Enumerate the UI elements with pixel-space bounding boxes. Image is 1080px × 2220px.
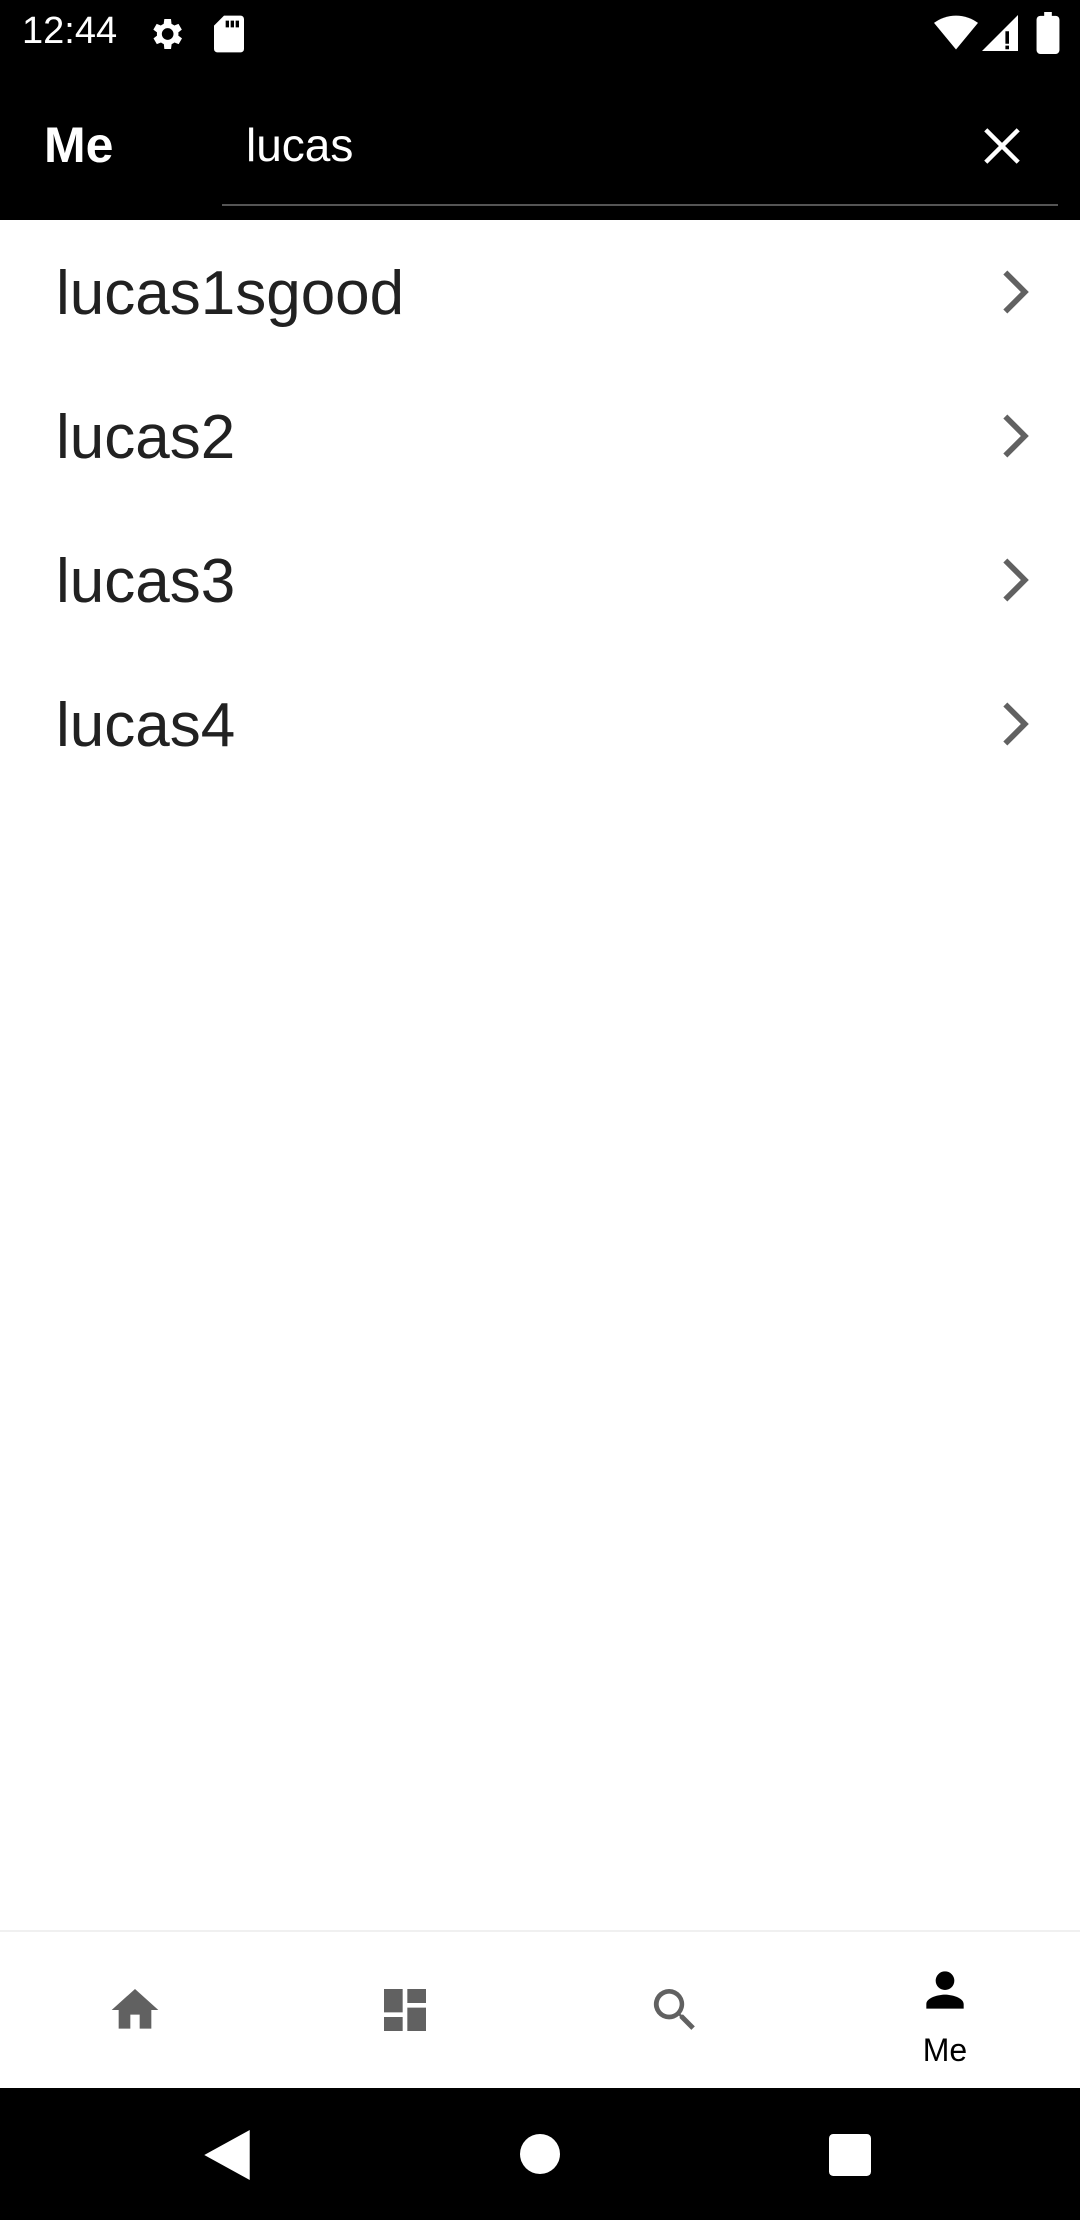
recents-icon[interactable] [829,2134,871,2176]
chevron-right-icon [1003,414,1029,458]
cell-signal-icon [982,15,1018,51]
search-query-text[interactable]: lucas [246,118,353,172]
list-item[interactable]: lucas1sgood [0,220,1080,364]
list-item[interactable]: lucas4 [0,652,1080,796]
nav-item-dashboard[interactable] [270,1932,540,2090]
person-icon [926,1971,964,2009]
nav-item-me[interactable]: Me [810,1932,1080,2090]
result-label: lucas3 [56,547,236,616]
back-icon[interactable] [204,2130,250,2180]
dashboard-icon [384,1989,426,2031]
home-circle-icon[interactable] [520,2134,560,2174]
search-input[interactable]: lucas [222,96,1058,206]
result-label: lucas2 [56,403,236,472]
app-bar: Me lucas [0,66,1080,220]
clear-search-button[interactable] [970,114,1034,178]
nav-item-home[interactable] [0,1932,270,2090]
settings-gear-icon [153,19,182,49]
sd-card-icon [214,15,244,53]
list-item[interactable]: lucas3 [0,508,1080,652]
page-title: Me [44,117,114,173]
system-navigation-bar [0,2088,1080,2220]
home-icon [111,1989,159,2029]
result-label: lucas1sgood [56,259,405,328]
chevron-right-icon [1003,270,1029,314]
close-icon [984,128,1020,164]
bottom-navigation: Me [0,1930,1080,2088]
chevron-right-icon [1003,702,1029,746]
result-label: lucas4 [56,691,236,760]
nav-item-search[interactable] [540,1932,810,2090]
chevron-right-icon [1003,558,1029,602]
search-icon [653,1989,695,2030]
status-time: 12:44 [22,10,118,52]
list-item[interactable]: lucas2 [0,364,1080,508]
nav-label-me: Me [922,2032,968,2068]
wifi-icon [934,15,978,50]
battery-icon [1036,12,1060,54]
search-results-list: lucas1sgood lucas2 lucas3 lucas4 [0,220,1080,796]
status-bar: 12:44 [0,0,1080,66]
